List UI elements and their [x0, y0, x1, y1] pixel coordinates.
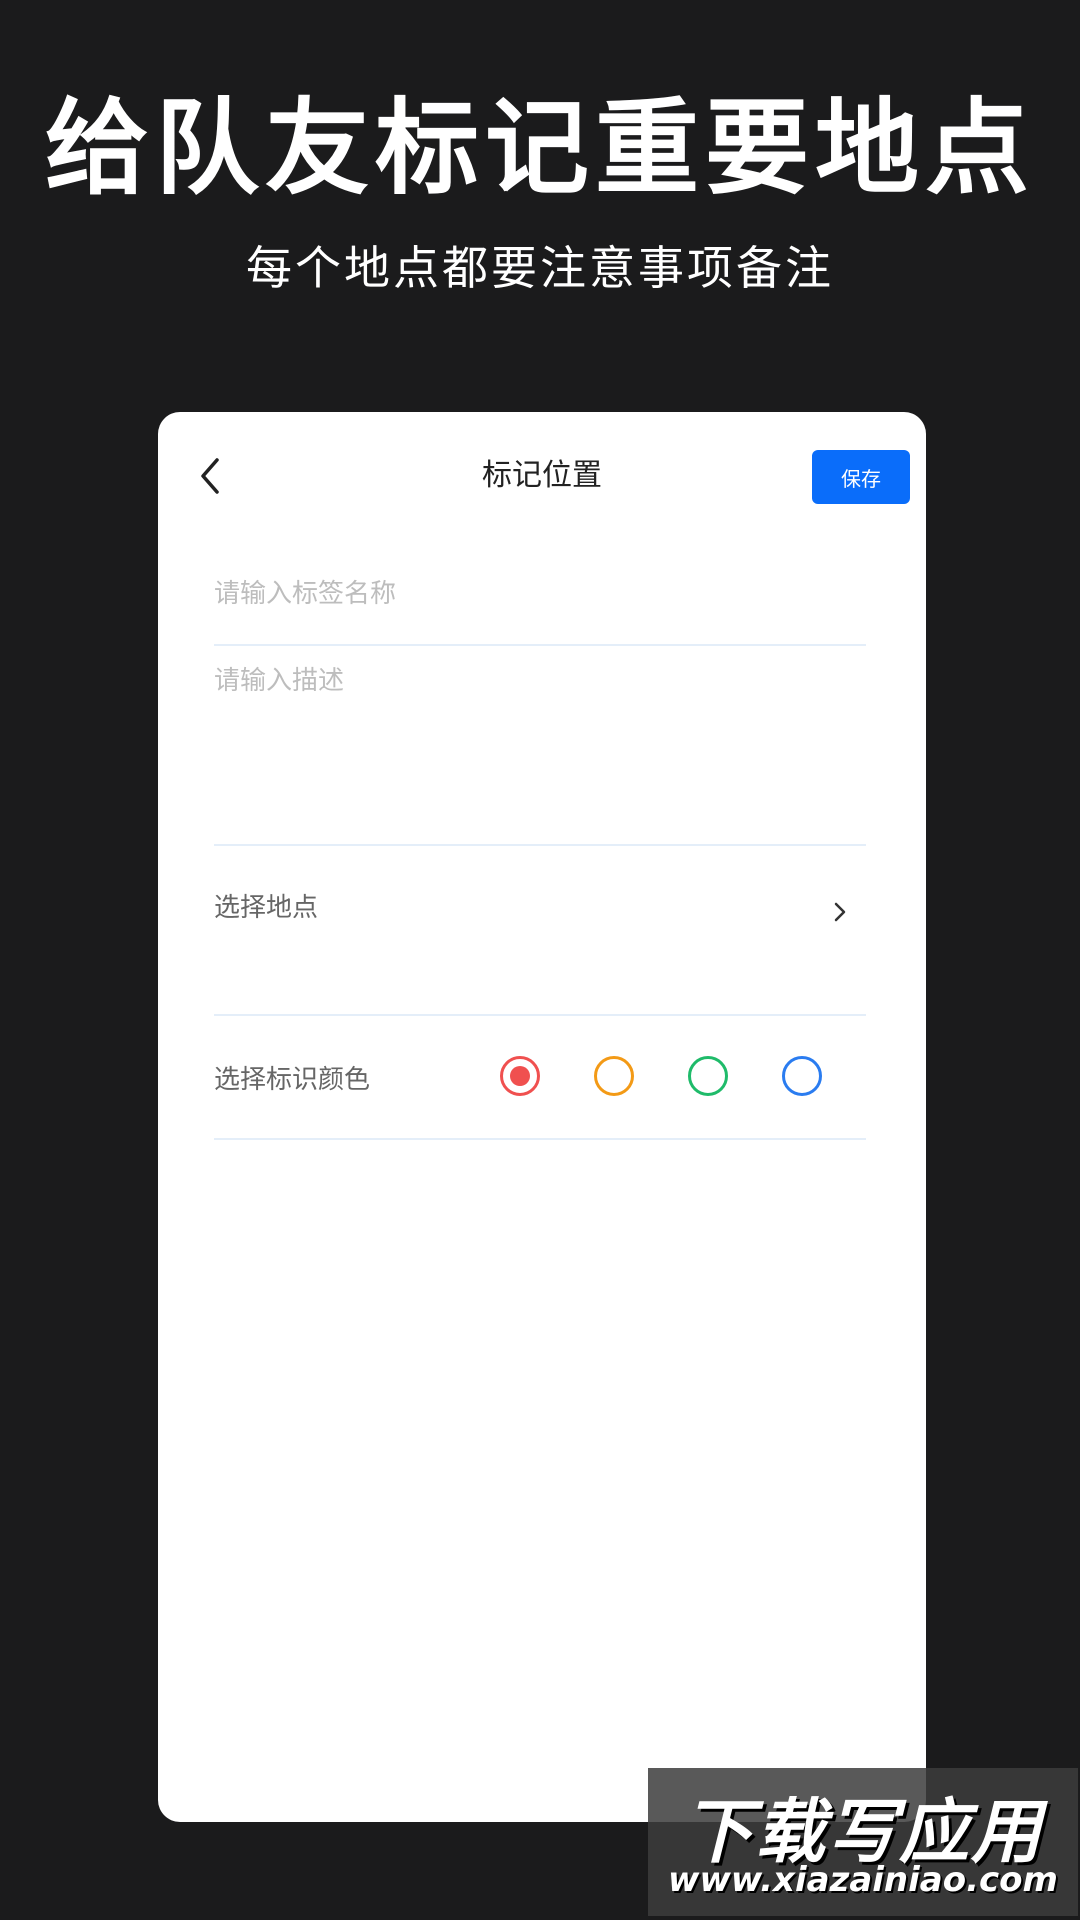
color-option-blue[interactable] [782, 1056, 822, 1096]
watermark-logo: 下载写应用 www.xiazainiao.com [648, 1768, 1078, 1916]
marker-color-label: 选择标识颜色 [214, 1065, 371, 1095]
color-options [500, 1056, 876, 1104]
page-title: 标记位置 [482, 458, 602, 493]
phone-screen: 标记位置 保存 选择地点 选择标识颜色 [158, 412, 926, 1822]
promo-title: 给队友标记重要地点 [44, 87, 1035, 209]
select-location-label: 选择地点 [214, 893, 319, 923]
color-option-green[interactable] [688, 1056, 728, 1096]
chevron-right-icon [822, 894, 858, 930]
save-button[interactable]: 保存 [812, 450, 910, 504]
select-location-row[interactable]: 选择地点 [214, 846, 866, 1016]
marker-color-row: 选择标识颜色 [214, 1016, 866, 1140]
selected-dot-icon [510, 1066, 530, 1086]
color-option-red[interactable] [500, 1056, 540, 1096]
description-input[interactable] [214, 660, 866, 820]
tag-name-input[interactable] [214, 570, 866, 618]
watermark-url: www.xiazainiao.com [668, 1860, 1058, 1900]
description-row [214, 646, 866, 846]
promo-subtitle: 每个地点都要注意事项备注 [246, 241, 834, 295]
color-option-orange[interactable] [594, 1056, 634, 1096]
tag-name-row [214, 562, 866, 646]
navbar: 标记位置 保存 [158, 412, 926, 532]
